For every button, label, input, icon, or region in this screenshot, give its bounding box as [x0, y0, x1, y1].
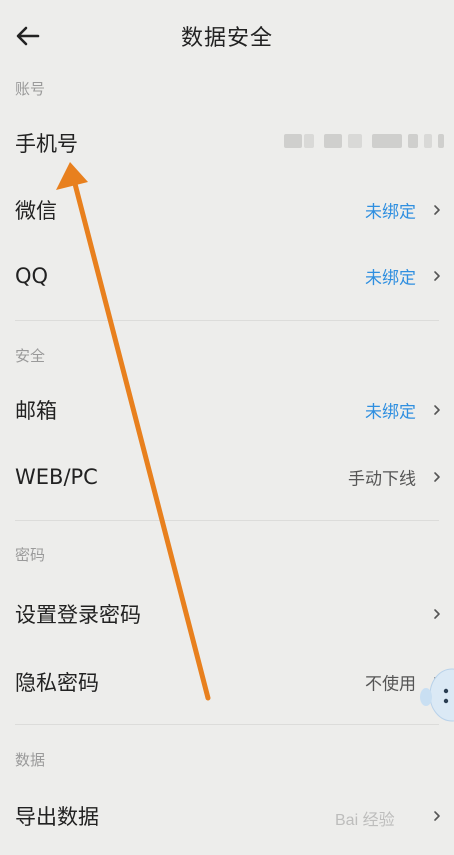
divider [15, 520, 439, 521]
divider [15, 320, 439, 321]
row-label-login-password: 设置登录密码 [15, 603, 141, 627]
row-label-email: 邮箱 [15, 399, 57, 423]
row-wechat[interactable]: 微信 未绑定 [0, 177, 454, 243]
watermark-text: Bai 经验 [335, 812, 395, 829]
row-label-phone: 手机号 [15, 132, 78, 156]
wechat-status: 未绑定 [365, 202, 416, 223]
floating-assistant-icon[interactable] [418, 665, 454, 725]
row-label-privacy-password: 隐私密码 [15, 671, 99, 695]
header: 数据安全 [0, 0, 454, 72]
row-privacy-password[interactable]: 隐私密码 不使用 [0, 649, 454, 715]
row-web-pc[interactable]: WEB/PC 手动下线 [0, 444, 454, 510]
row-login-password[interactable]: 设置登录密码 [0, 581, 454, 647]
row-label-wechat: 微信 [15, 199, 57, 223]
section-label-data: 数据 [15, 751, 46, 769]
chevron-right-icon [434, 405, 440, 415]
row-label-web-pc: WEB/PC [15, 465, 98, 489]
page-title: 数据安全 [180, 26, 273, 51]
row-email[interactable]: 邮箱 未绑定 [0, 377, 454, 443]
row-label-qq: QQ [15, 264, 49, 288]
row-qq[interactable]: QQ 未绑定 [0, 243, 454, 309]
watermark-logo: Bai 经验 [335, 800, 450, 832]
section-label-security: 安全 [15, 347, 46, 365]
web-pc-status: 手动下线 [348, 469, 416, 490]
section-label-password: 密码 [15, 546, 46, 564]
chevron-right-icon [434, 271, 440, 281]
row-label-export-data: 导出数据 [15, 805, 99, 829]
section-label-account: 账号 [15, 80, 46, 98]
chevron-right-icon [434, 205, 440, 215]
chevron-right-icon [434, 609, 440, 619]
privacy-password-status: 不使用 [365, 674, 416, 695]
qq-status: 未绑定 [365, 268, 416, 289]
email-status: 未绑定 [365, 402, 416, 423]
masked-phone-number [284, 130, 444, 152]
chevron-right-icon [434, 472, 440, 482]
divider [15, 724, 439, 725]
